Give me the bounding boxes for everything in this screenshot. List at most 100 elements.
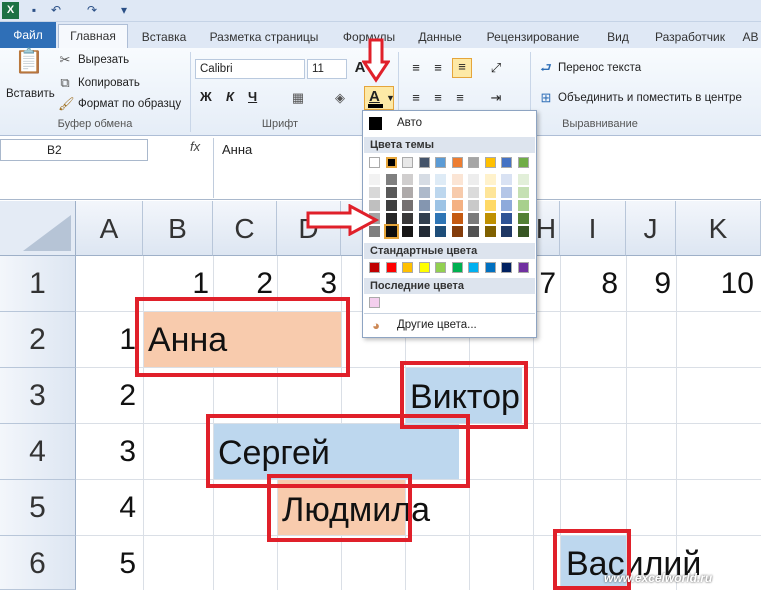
- standard-color-swatch[interactable]: [369, 262, 380, 273]
- auto-color-option[interactable]: Авто: [397, 117, 422, 129]
- merge-center-button[interactable]: Объединить и поместить в центре: [558, 92, 742, 104]
- theme-shade-swatch[interactable]: [468, 187, 479, 198]
- theme-shade-swatch[interactable]: [383, 224, 399, 239]
- theme-shade-swatch[interactable]: [369, 174, 380, 185]
- auto-color-swatch[interactable]: [369, 117, 382, 130]
- column-header-i[interactable]: I: [560, 201, 626, 256]
- paste-icon[interactable]: 📋: [14, 50, 44, 86]
- cell-d1[interactable]: 3: [277, 267, 337, 301]
- cut-icon[interactable]: ✂: [58, 52, 72, 68]
- theme-color-swatch[interactable]: [435, 157, 446, 168]
- font-size-select[interactable]: 11: [307, 59, 347, 79]
- theme-shade-swatch[interactable]: [517, 174, 529, 185]
- standard-color-swatch[interactable]: [418, 262, 430, 273]
- theme-color-swatch[interactable]: [418, 157, 430, 168]
- theme-shade-swatch[interactable]: [435, 226, 446, 237]
- customize-qat-icon[interactable]: ▾: [116, 2, 132, 19]
- row-header-2[interactable]: 2: [0, 312, 76, 368]
- theme-color-swatch[interactable]: [451, 157, 463, 168]
- column-header-a[interactable]: A: [76, 201, 143, 256]
- theme-shade-swatch[interactable]: [517, 200, 529, 211]
- wrap-text-button[interactable]: Перенос текста: [558, 62, 641, 74]
- theme-shade-swatch[interactable]: [385, 200, 397, 211]
- standard-color-swatch[interactable]: [501, 262, 512, 273]
- theme-shade-swatch[interactable]: [468, 174, 479, 185]
- merge-icon[interactable]: ⊞: [538, 90, 554, 106]
- copy-button[interactable]: Копировать: [78, 77, 140, 89]
- align-top-icon[interactable]: ≡: [408, 60, 424, 76]
- redo-icon[interactable]: ↷: [84, 2, 100, 19]
- font-name-select[interactable]: Calibri: [195, 59, 305, 79]
- tab-data[interactable]: Данные: [412, 26, 468, 48]
- save-icon[interactable]: ▪: [26, 2, 42, 19]
- cell-a3[interactable]: 2: [76, 379, 136, 413]
- theme-shade-swatch[interactable]: [501, 226, 512, 237]
- theme-shade-swatch[interactable]: [402, 174, 413, 185]
- cell-a2[interactable]: 1: [76, 323, 136, 357]
- theme-shade-swatch[interactable]: [468, 213, 479, 224]
- theme-shade-swatch[interactable]: [468, 200, 479, 211]
- insert-function-icon[interactable]: fx: [190, 139, 200, 154]
- theme-shade-swatch[interactable]: [402, 226, 413, 237]
- theme-shade-swatch[interactable]: [402, 200, 413, 211]
- theme-shade-swatch[interactable]: [418, 226, 430, 237]
- cell-a4[interactable]: 3: [76, 435, 136, 469]
- theme-shade-swatch[interactable]: [385, 213, 397, 224]
- format-painter-icon[interactable]: 🖌: [58, 96, 75, 112]
- theme-color-swatch[interactable]: [369, 157, 380, 168]
- theme-shade-swatch[interactable]: [369, 187, 380, 198]
- theme-shade-swatch[interactable]: [402, 187, 413, 198]
- more-colors-option[interactable]: Другие цвета...: [397, 319, 477, 331]
- underline-button[interactable]: Ч: [248, 89, 257, 104]
- theme-color-swatch[interactable]: [501, 157, 512, 168]
- tab-home[interactable]: Главная: [58, 24, 128, 48]
- theme-shade-swatch[interactable]: [451, 187, 463, 198]
- standard-color-swatch[interactable]: [451, 262, 463, 273]
- align-bottom-icon[interactable]: ≡: [452, 58, 472, 78]
- standard-color-swatch[interactable]: [435, 262, 446, 273]
- column-header-k[interactable]: K: [676, 201, 761, 256]
- name-box[interactable]: B2: [0, 139, 148, 161]
- theme-shade-swatch[interactable]: [517, 226, 529, 237]
- theme-shade-swatch[interactable]: [435, 174, 446, 185]
- column-header-j[interactable]: J: [626, 201, 676, 256]
- column-header-b[interactable]: B: [143, 201, 213, 256]
- align-left-icon[interactable]: ≡: [408, 90, 424, 106]
- copy-icon[interactable]: ⧉: [58, 75, 72, 91]
- row-header-3[interactable]: 3: [0, 368, 76, 424]
- theme-shade-swatch[interactable]: [484, 200, 496, 211]
- undo-icon[interactable]: ↶: [48, 2, 64, 19]
- tab-view[interactable]: Вид: [598, 26, 638, 48]
- tab-more[interactable]: AB: [740, 26, 761, 48]
- theme-shade-swatch[interactable]: [385, 174, 397, 185]
- theme-color-swatch[interactable]: [484, 157, 496, 168]
- cell-b1[interactable]: 1: [143, 267, 209, 301]
- align-center-icon[interactable]: ≡: [430, 90, 446, 106]
- format-painter-button[interactable]: Формат по образцу: [78, 98, 181, 110]
- theme-shade-swatch[interactable]: [418, 200, 430, 211]
- theme-shade-swatch[interactable]: [517, 187, 529, 198]
- theme-shade-swatch[interactable]: [501, 174, 512, 185]
- tab-page-layout[interactable]: Разметка страницы: [204, 26, 324, 48]
- fill-color-icon[interactable]: ◈: [332, 90, 348, 106]
- row-header-1[interactable]: 1: [0, 256, 76, 312]
- cut-button[interactable]: Вырезать: [78, 54, 129, 66]
- row-header-4[interactable]: 4: [0, 424, 76, 480]
- cell-k1[interactable]: 10: [676, 267, 754, 301]
- tab-review[interactable]: Рецензирование: [482, 26, 584, 48]
- select-all-button[interactable]: [0, 201, 76, 256]
- bold-button[interactable]: Ж: [200, 89, 212, 104]
- theme-shade-swatch[interactable]: [517, 213, 529, 224]
- standard-color-swatch[interactable]: [385, 262, 397, 273]
- theme-color-swatch[interactable]: [517, 157, 529, 168]
- theme-shade-swatch[interactable]: [451, 226, 463, 237]
- cell-i1[interactable]: 8: [560, 267, 618, 301]
- theme-shade-swatch[interactable]: [501, 200, 512, 211]
- cell-c1[interactable]: 2: [213, 267, 273, 301]
- column-header-c[interactable]: C: [213, 201, 277, 256]
- cell-a5[interactable]: 4: [76, 491, 136, 525]
- column-header-h[interactable]: H: [533, 201, 560, 256]
- theme-shade-swatch[interactable]: [402, 213, 413, 224]
- theme-shade-swatch[interactable]: [435, 213, 446, 224]
- theme-shade-swatch[interactable]: [418, 187, 430, 198]
